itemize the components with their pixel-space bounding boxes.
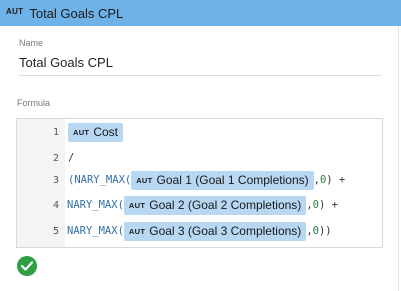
field-chip[interactable]: AUT Goal 3 (Goal 3 Completions): [123, 221, 307, 241]
code-content: NARY_MAX( AUT Goal 3 (Goal 3 Completions…: [67, 220, 332, 242]
chip-label: Goal 3 (Goal 3 Completions): [149, 224, 302, 238]
chip-label: Goal 2 (Goal 2 Completions): [149, 198, 302, 212]
chip-type-tag: AUT: [136, 175, 153, 185]
field-editor-header: AUT Total Goals CPL: [0, 0, 401, 26]
header-title: Total Goals CPL: [29, 5, 124, 21]
code-line-1: 1 AUT Cost: [17, 121, 382, 143]
operator-divide: /: [68, 152, 75, 164]
function-name: NARY_MAX(: [67, 199, 124, 211]
closing-operator: ) +: [318, 199, 338, 211]
field-editor-panel: Name Total Goals CPL Formula 1 AUT Cost …: [0, 26, 399, 291]
line-number: 3: [52, 174, 59, 186]
checkmark-glyph: [21, 261, 33, 271]
closing-operator: )): [318, 225, 332, 237]
chip-type-tag: AUT: [128, 226, 146, 236]
function-name: (NARY_MAX(: [68, 174, 132, 186]
code-line-5: 5 NARY_MAX( AUT Goal 3 (Goal 3 Completio…: [17, 220, 382, 242]
code-content: NARY_MAX( AUT Goal 2 (Goal 2 Completions…: [67, 194, 338, 216]
code-content: AUT Cost: [68, 121, 124, 143]
code-line-2: 2 /: [17, 147, 382, 169]
field-chip[interactable]: AUT Goal 2 (Goal 2 Completions): [123, 195, 307, 215]
code-content: (NARY_MAX( AUT Goal 1 (Goal 1 Completion…: [68, 169, 345, 191]
function-name: NARY_MAX(: [67, 225, 124, 237]
formula-editor[interactable]: 1 AUT Cost 2 / 3 (NARY_MAX( AUT Goal 1 (…: [16, 118, 383, 248]
name-label: Name: [19, 38, 44, 48]
chip-label: Goal 1 (Goal 1 Completions): [156, 173, 309, 187]
check-circle-icon: [17, 256, 37, 276]
line-number: 1: [52, 126, 59, 138]
line-number: 4: [52, 199, 59, 211]
field-type-tag: AUT: [6, 7, 24, 16]
code-content: /: [68, 147, 74, 169]
code-line-3: 3 (NARY_MAX( AUT Goal 1 (Goal 1 Completi…: [17, 169, 382, 191]
chip-type-tag: AUT: [73, 127, 90, 137]
line-number: 2: [52, 152, 59, 164]
field-chip[interactable]: AUT Goal 1 (Goal 1 Completions): [131, 170, 314, 190]
line-number: 5: [52, 225, 59, 237]
formula-label: Formula: [17, 98, 51, 108]
closing-operator: ) +: [326, 174, 346, 186]
field-chip[interactable]: AUT Cost: [68, 122, 124, 142]
chip-type-tag: AUT: [128, 200, 146, 210]
chip-label: Cost: [93, 125, 119, 139]
code-line-4: 4 NARY_MAX( AUT Goal 2 (Goal 2 Completio…: [17, 194, 382, 216]
name-input[interactable]: Total Goals CPL: [19, 52, 381, 76]
